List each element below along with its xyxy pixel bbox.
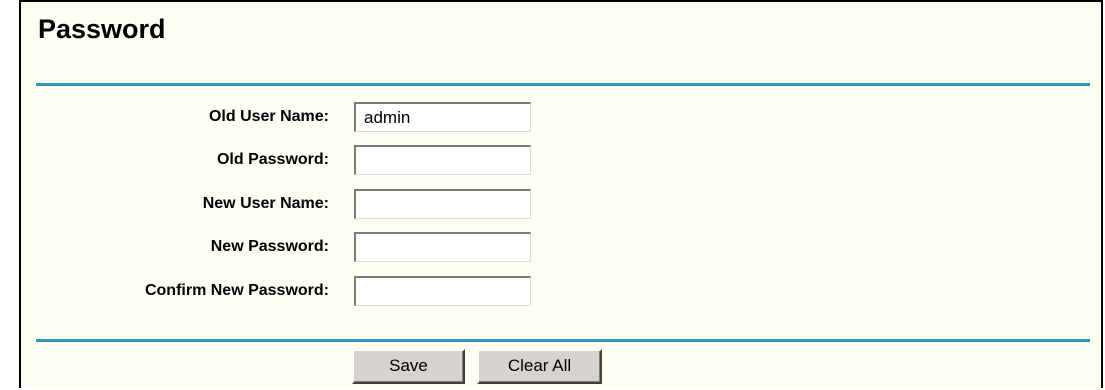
new-password-input[interactable] — [354, 232, 531, 262]
clear-all-button[interactable]: Clear All — [477, 349, 602, 384]
old-user-name-input[interactable] — [354, 102, 531, 132]
confirm-new-password-label: Confirm New Password: — [144, 282, 329, 299]
page-title: Password — [38, 14, 166, 44]
new-user-name-label: New User Name: — [202, 195, 329, 212]
confirm-new-password-row: Confirm New Password: — [21, 274, 1101, 306]
password-settings-panel: Password Old User Name: Old Password: Ne… — [19, 0, 1103, 388]
new-user-name-row: New User Name: — [21, 187, 1101, 219]
top-divider — [36, 83, 1090, 86]
old-user-name-row: Old User Name: — [21, 100, 1101, 132]
bottom-divider — [36, 339, 1090, 342]
new-password-row: New Password: — [21, 230, 1101, 262]
new-password-label: New Password: — [210, 238, 329, 255]
new-user-name-input[interactable] — [354, 189, 531, 219]
old-password-row: Old Password: — [21, 143, 1101, 175]
old-password-input[interactable] — [354, 145, 531, 175]
save-button[interactable]: Save — [352, 349, 465, 384]
confirm-new-password-input[interactable] — [354, 276, 531, 306]
old-user-name-label: Old User Name: — [208, 108, 329, 125]
old-password-label: Old Password: — [216, 151, 329, 168]
